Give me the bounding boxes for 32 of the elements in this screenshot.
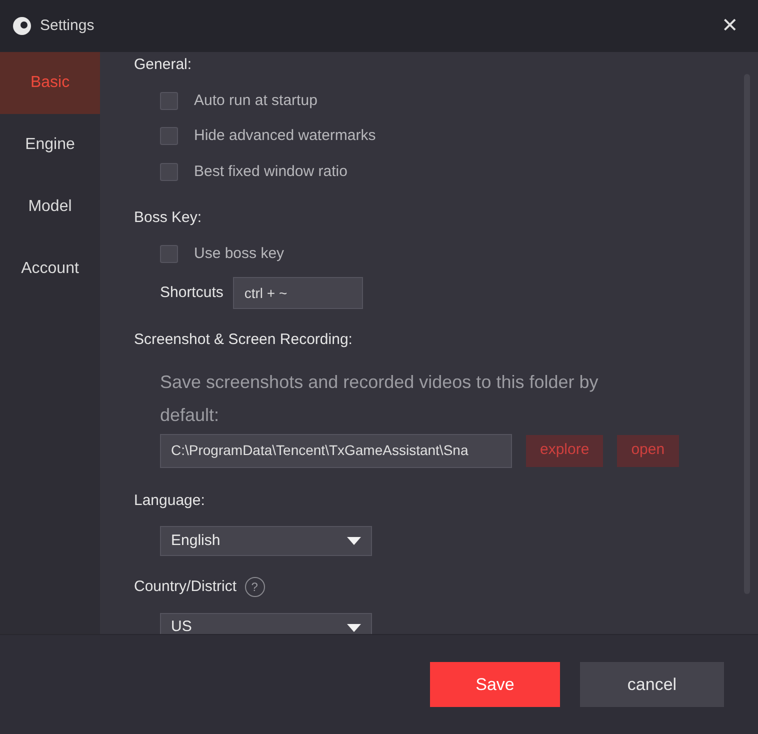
close-button[interactable]: ✕ — [714, 10, 746, 42]
sidebar-tab[interactable]: Account — [0, 238, 100, 300]
section-heading: Screenshot & Screen Recording: — [134, 330, 354, 350]
dropdown-value: English — [171, 530, 220, 551]
checkbox[interactable] — [160, 127, 178, 146]
section-heading: Country/District — [134, 577, 237, 597]
path-field[interactable]: C:\ProgramData\Tencent\TxGameAssistant\Sna — [160, 434, 512, 468]
caret-icon — [347, 624, 361, 632]
help-icon[interactable]: ? — [244, 577, 265, 598]
dropdown[interactable]: English — [160, 526, 372, 556]
checkbox-label: Hide advanced watermarks — [194, 126, 376, 146]
section-heading: Boss Key: — [134, 208, 203, 228]
sidebar-tab[interactable]: Engine — [0, 114, 100, 176]
save-button[interactable]: Save — [430, 662, 560, 707]
checkbox[interactable] — [160, 92, 178, 110]
app-logo-icon — [12, 16, 32, 36]
sidebar-tab[interactable]: Model — [0, 176, 100, 238]
shortcut-field[interactable]: ctrl + ~ — [233, 277, 364, 309]
checkbox-label: Auto run at startup — [194, 90, 318, 110]
section-heading: General: — [134, 55, 193, 75]
checkbox[interactable] — [160, 244, 178, 263]
window-title: Settings — [40, 16, 94, 36]
section-heading: Language: — [134, 490, 206, 510]
description-text: Save screenshots and recorded videos to this folder by default: — [159, 370, 600, 426]
dropdown-value: US — [171, 617, 192, 634]
shortcuts-label: Shortcuts — [160, 282, 224, 303]
checkbox[interactable] — [160, 162, 178, 181]
checkbox-label: Best fixed window ratio — [194, 162, 348, 182]
checkbox-label: Use boss key — [194, 244, 284, 264]
caret-icon — [347, 537, 361, 545]
cancel-button[interactable]: cancel — [580, 662, 724, 707]
dropdown[interactable]: US — [160, 612, 372, 634]
